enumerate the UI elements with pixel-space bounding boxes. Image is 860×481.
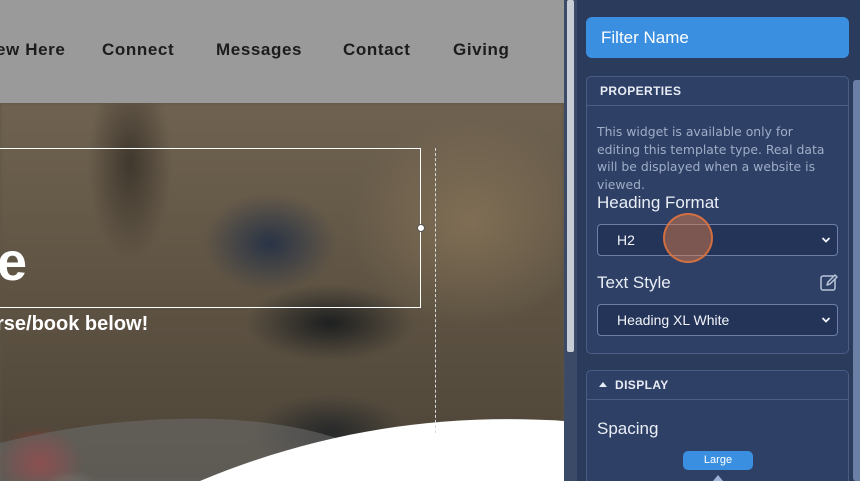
nav-item-giving[interactable]: Giving <box>453 40 510 60</box>
widget-properties-panel: Filter Name PROPERTIES This widget is av… <box>577 0 860 481</box>
text-style-value: Heading XL White <box>617 312 730 328</box>
collapse-caret-icon <box>599 382 607 387</box>
chevron-down-icon <box>821 317 831 323</box>
panel-scrollbar[interactable] <box>853 80 860 481</box>
chevron-down-icon <box>821 237 831 243</box>
heading-selection-box[interactable] <box>0 148 425 308</box>
nav-item-new-here[interactable]: ew Here <box>0 40 65 60</box>
template-only-note: This widget is available only for editin… <box>597 124 825 192</box>
hero-wave-shape <box>0 418 564 481</box>
nav-item-connect[interactable]: Connect <box>102 40 174 60</box>
resize-handle[interactable] <box>417 224 425 232</box>
text-style-label: Text Style <box>597 273 671 292</box>
preview-scrollbar-thumb[interactable] <box>567 0 574 352</box>
display-section: DISPLAY Spacing Large <box>586 370 849 481</box>
display-section-title: DISPLAY <box>615 378 669 392</box>
properties-section-header[interactable]: PROPERTIES <box>587 77 848 106</box>
site-nav-bar: ew Here Connect Messages Contact Giving <box>0 0 564 103</box>
page-preview: ew Here Connect Messages Contact Giving … <box>0 0 564 481</box>
properties-section: PROPERTIES This widget is available only… <box>586 76 849 354</box>
edit-pencil-icon[interactable] <box>819 273 839 293</box>
heading-format-value: H2 <box>617 232 635 248</box>
click-indicator <box>663 213 713 263</box>
heading-format-label: Heading Format <box>597 193 719 212</box>
nav-item-messages[interactable]: Messages <box>216 40 302 60</box>
spacing-slider-handle[interactable] <box>713 475 723 481</box>
filter-name-button[interactable]: Filter Name <box>586 17 849 58</box>
preview-scrollbar[interactable] <box>564 0 577 481</box>
spacing-value-badge: Large <box>683 451 753 470</box>
display-section-header[interactable]: DISPLAY <box>587 371 848 400</box>
text-style-select[interactable]: Heading XL White <box>597 304 838 336</box>
hero-subheading[interactable]: rse/book below! <box>0 313 148 336</box>
nav-item-contact[interactable]: Contact <box>343 40 410 60</box>
alignment-guide <box>435 148 436 433</box>
heading-format-select[interactable]: H2 <box>597 224 838 256</box>
hero-heading[interactable]: e <box>0 235 27 289</box>
spacing-label: Spacing <box>597 419 659 438</box>
